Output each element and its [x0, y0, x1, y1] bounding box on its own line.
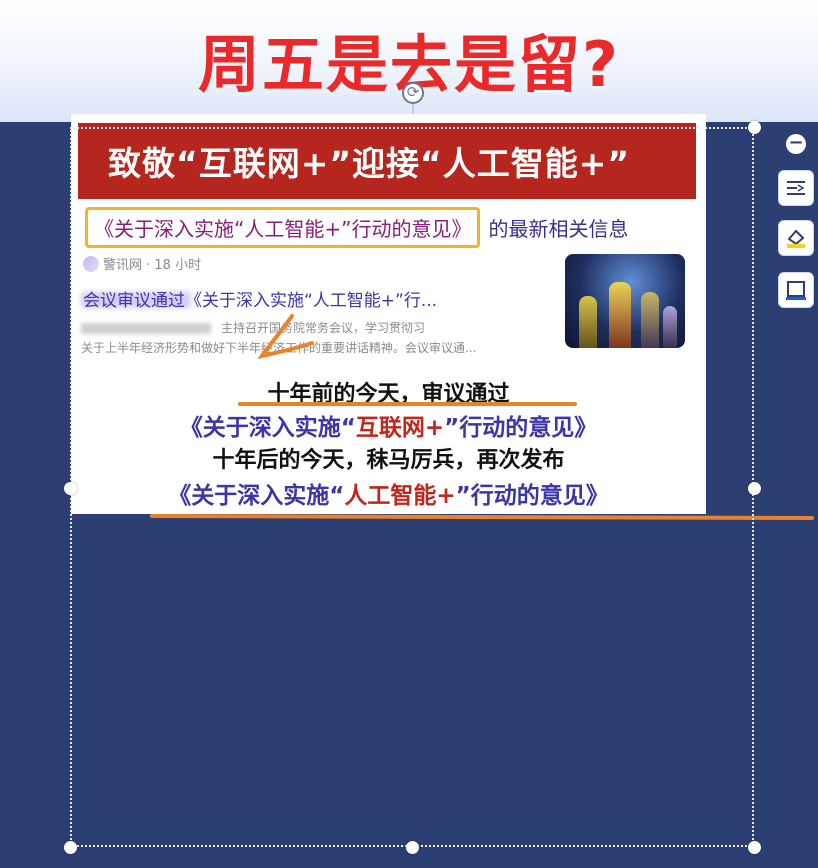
resize-handle-right[interactable]: [748, 482, 761, 495]
source-logo-icon: [83, 255, 99, 272]
resize-handle-top-right[interactable]: [748, 121, 761, 134]
policy-title-highlight: 《关于深入实施“人工智能+”行动的意见》: [85, 206, 481, 248]
news-source: 警讯网 · 18 小时: [83, 254, 201, 273]
snippet-line-2: 关于上半年经济形势和做好下半年经济工作的重要讲话精神。会议审议通...: [81, 341, 477, 355]
blurred-text: [81, 323, 211, 334]
news-thumbnail-image: [565, 254, 685, 348]
news-title: 会议审议通过《关于深入实施“人工智能+”行...: [83, 291, 438, 311]
robot-figure: [641, 292, 659, 348]
crop-text-icon: [787, 181, 805, 195]
search-result-header: 《关于深入实施“人工智能+”行动的意见》 的最新相关信息: [85, 206, 628, 248]
caption-line-1: 十年前的今天，审议通过: [267, 382, 510, 407]
caption-text: ”行动的意见》: [444, 415, 598, 441]
frame-icon: [786, 281, 806, 300]
resize-handle-bottom[interactable]: [406, 841, 419, 854]
caption-line-3: 十年后的今天，秣马厉兵，再次发布: [212, 448, 565, 473]
rotate-handle-icon[interactable]: ⟳: [402, 82, 424, 104]
slide-banner: 致敬“互联网+”迎接“人工智能+”: [78, 123, 696, 199]
fill-icon: [787, 229, 805, 248]
rotate-stem: [412, 104, 414, 114]
news-snippet: 主持召开国务院常务会议，学习贯彻习 关于上半年经济形势和做好下半年经济工作的重要…: [81, 318, 543, 358]
resize-handle-left[interactable]: [64, 482, 77, 495]
robot-figure: [609, 282, 631, 348]
caption-highlight: 人工智能+: [344, 483, 456, 509]
caption-text: ”行动的意见》: [455, 483, 609, 509]
frame-button[interactable]: [778, 272, 814, 308]
snippet-line-1: 主持召开国务院常务会议，学习贯彻习: [221, 321, 426, 335]
resize-handle-bottom-right[interactable]: [748, 841, 761, 854]
screenshot-image[interactable]: 致敬“互联网+”迎接“人工智能+” 《关于深入实施“人工智能+”行动的意见》 的…: [71, 114, 706, 514]
caption-line-4: 《关于深入实施“人工智能+”行动的意见》: [71, 476, 706, 510]
robot-figure: [579, 296, 597, 348]
fill-button[interactable]: [778, 220, 814, 256]
collapse-icon[interactable]: −: [786, 134, 806, 154]
caption-line-2: 《关于深入实施“互联网+”行动的意见》: [71, 408, 706, 442]
caption-text: 《关于深入实施“: [179, 415, 356, 441]
search-suffix: 的最新相关信息: [488, 216, 629, 241]
resize-handle-bottom-left[interactable]: [64, 841, 77, 854]
crop-text-button[interactable]: [778, 170, 814, 206]
robot-figure: [663, 306, 677, 348]
news-source-text: 警讯网 · 18 小时: [103, 258, 202, 273]
caption-highlight: 互联网+: [355, 415, 445, 441]
caption-text: 《关于深入实施“: [168, 483, 345, 509]
